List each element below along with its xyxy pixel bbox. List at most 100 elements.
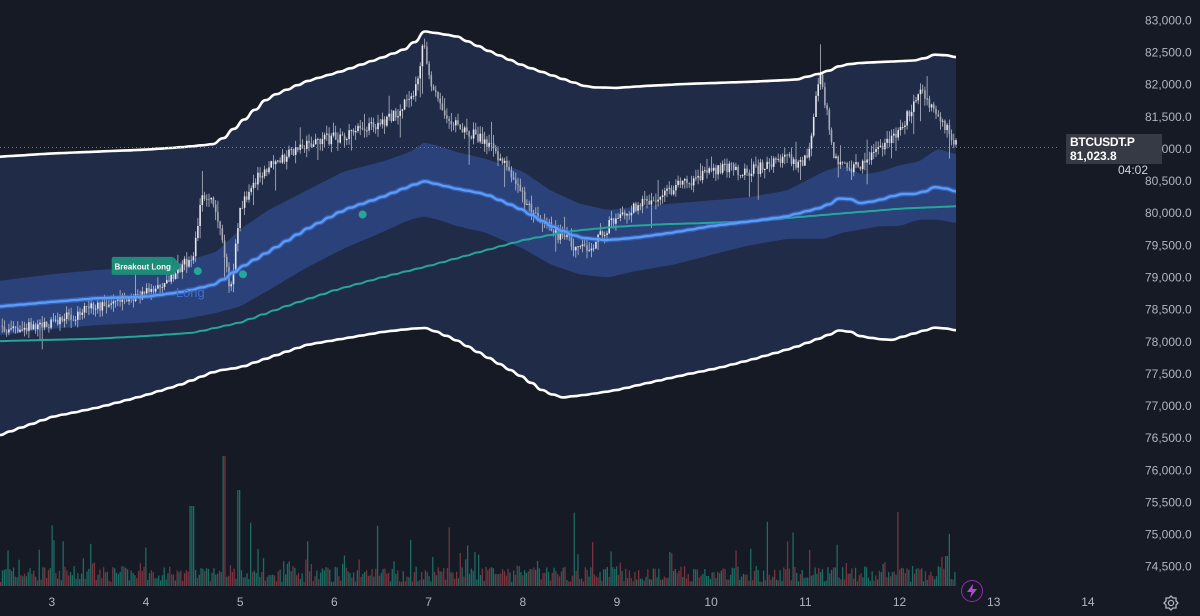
candle-body — [370, 122, 373, 124]
volume-bar — [520, 572, 522, 586]
volume-bar — [187, 571, 189, 586]
lightning-icon[interactable] — [961, 580, 983, 602]
candle-body — [786, 154, 788, 156]
candle-body — [746, 168, 748, 173]
candle-body — [744, 168, 746, 175]
volume-bar — [566, 580, 568, 586]
volume-bar — [818, 567, 820, 586]
volume-bar — [924, 571, 927, 586]
candle-body — [953, 140, 955, 145]
candle-body — [326, 133, 328, 135]
volume-bar — [25, 576, 27, 586]
candle-body — [266, 169, 268, 173]
volume-bar — [744, 574, 746, 586]
volume-bar — [840, 579, 842, 586]
candle-body — [277, 160, 279, 162]
candle-body — [468, 131, 470, 137]
candle-body — [657, 199, 659, 202]
volume-bar — [590, 567, 592, 586]
candle-body — [726, 163, 728, 173]
candle-body — [101, 302, 104, 311]
volume-bar — [643, 580, 645, 586]
volume-bar — [231, 571, 233, 586]
volume-bar — [941, 556, 943, 586]
candle-body — [857, 162, 859, 167]
settings-gear-icon[interactable] — [1160, 592, 1182, 614]
candle-body — [286, 156, 288, 162]
volume-bar — [413, 572, 415, 586]
volume-bar — [136, 578, 138, 586]
volume-bar — [531, 569, 533, 586]
candle-body — [488, 142, 490, 147]
candle-body — [470, 136, 473, 139]
candle-body — [317, 139, 319, 140]
volume-bar — [487, 570, 489, 586]
volume-bar — [226, 576, 228, 586]
volume-bar — [511, 581, 513, 586]
candle-body — [21, 329, 23, 331]
volume-bar — [647, 569, 649, 586]
candle-body — [893, 133, 895, 136]
bar-countdown: 04:02 — [1118, 163, 1149, 177]
candle-body — [343, 135, 346, 141]
candle-body — [477, 134, 479, 142]
volume-bar — [691, 581, 693, 586]
volume-bar — [728, 579, 730, 586]
volume-bar — [362, 573, 364, 586]
volume-bar — [261, 572, 263, 586]
price-tick-label: 81,500.0 — [1145, 110, 1192, 124]
volume-bar — [452, 572, 454, 586]
volume-bar — [685, 578, 688, 586]
candle-body — [775, 158, 777, 160]
candle-body — [214, 204, 217, 213]
candle-body — [737, 166, 739, 176]
volume-bar — [886, 577, 888, 586]
candle-body — [383, 119, 386, 126]
volume-bar — [761, 581, 763, 586]
date-tick-label: 11 — [799, 595, 812, 609]
volume-bar — [216, 573, 219, 586]
candle-body — [503, 160, 506, 163]
candle-body — [3, 326, 6, 332]
volume-bar — [922, 581, 925, 586]
volume-bar — [147, 580, 149, 586]
candle-body — [170, 274, 172, 282]
volume-bar — [476, 579, 478, 586]
volume-bar — [786, 541, 789, 586]
volume-bar — [739, 579, 741, 586]
candle-body — [159, 285, 161, 288]
date-tick-label: 4 — [143, 595, 150, 609]
volume-bar — [53, 540, 55, 586]
candle-body — [795, 159, 797, 168]
price-chart[interactable]: Breakout Long Long 83,000.0 82,500.0 82,000… — [0, 0, 1200, 616]
volume-bar — [706, 575, 708, 586]
candle-body — [390, 113, 393, 121]
candle-body — [844, 163, 846, 164]
candle-body — [628, 214, 630, 216]
candle-body — [848, 167, 851, 169]
price-tick-label: 78,500.0 — [1145, 303, 1192, 317]
price-tick-label: 75,000.0 — [1145, 528, 1192, 542]
volume-bar — [707, 576, 710, 586]
candle-body — [348, 130, 350, 139]
candle-body — [826, 105, 828, 110]
volume-bar — [387, 572, 390, 586]
symbol-label: BTCUSDT.P — [1070, 135, 1135, 149]
candle-body — [757, 165, 759, 174]
volume-bar — [44, 567, 46, 586]
candle-body — [217, 212, 219, 222]
volume-bar — [777, 580, 779, 586]
volume-bar — [880, 572, 882, 586]
date-tick-label: 6 — [331, 595, 338, 609]
volume-bar — [555, 570, 557, 586]
candle-body — [203, 195, 206, 200]
candle-body — [806, 155, 808, 158]
volume-bar — [842, 567, 844, 586]
candle-body — [913, 101, 915, 112]
volume-bar — [722, 568, 724, 586]
volume-bar — [689, 581, 691, 586]
volume-bar — [47, 570, 50, 586]
candle-body — [666, 188, 668, 191]
candle-body — [354, 131, 357, 133]
volume-bar — [123, 566, 125, 586]
